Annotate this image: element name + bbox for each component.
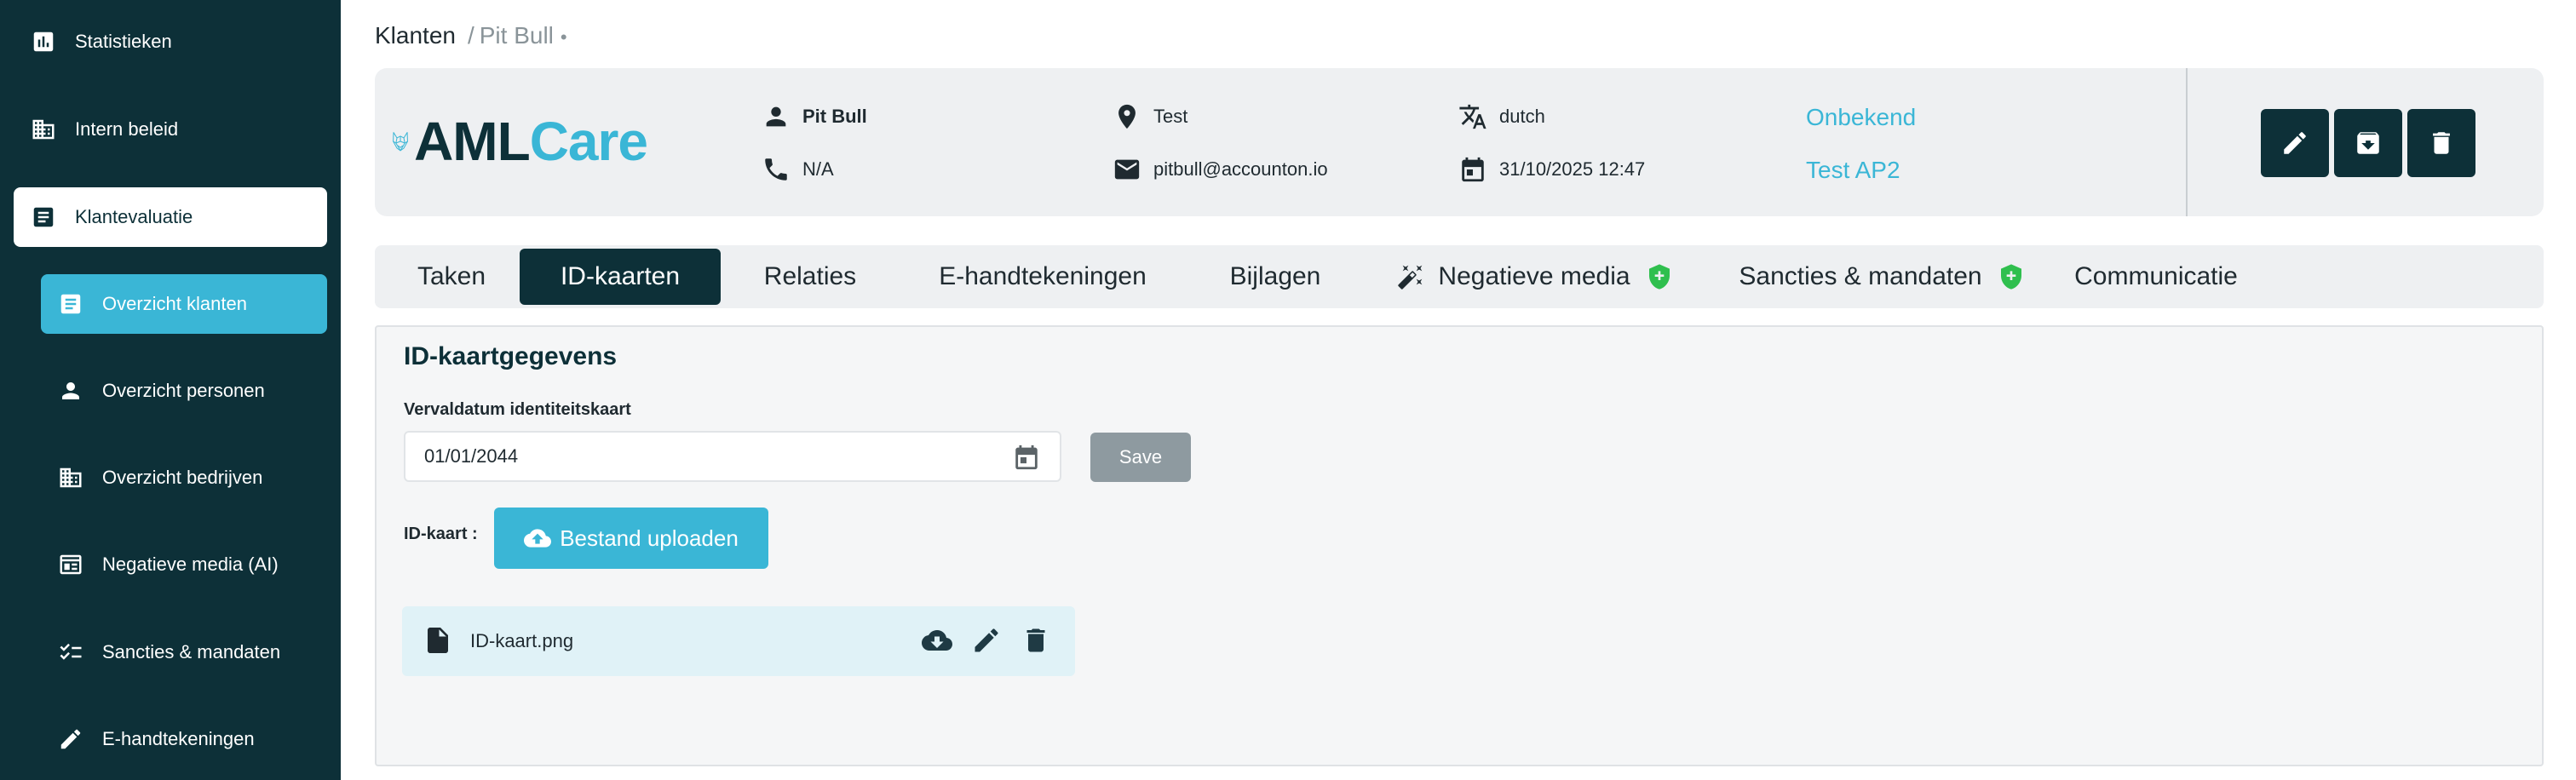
magic-wand-icon	[1398, 265, 1423, 290]
edit-icon	[2284, 132, 2306, 154]
tab-taken[interactable]: Taken	[383, 249, 520, 305]
person-icon	[766, 106, 786, 127]
breadcrumb: Klanten / Pit Bull •	[375, 22, 567, 49]
breadcrumb-dot: •	[560, 26, 567, 48]
expiry-date-input[interactable]: 01/01/2044	[404, 431, 1061, 482]
pencil-icon	[58, 726, 83, 752]
cloud-download-icon[interactable]	[922, 625, 952, 656]
sidebar-item-intern-beleid[interactable]: Intern beleid	[14, 100, 327, 159]
client-language-field: dutch	[1458, 102, 1545, 131]
document-icon	[31, 204, 56, 230]
client-date: 31/10/2025 12:47	[1499, 158, 1646, 180]
sidebar-item-negatieve-media[interactable]: Negatieve media (AI)	[41, 535, 327, 594]
calendar-icon	[1462, 157, 1484, 182]
tab-sancties-mandaten[interactable]: Sancties & mandaten	[1705, 249, 2058, 305]
breadcrumb-current: Pit Bull	[479, 22, 554, 49]
sidebar-item-label: Overzicht klanten	[102, 293, 247, 314]
list-document-icon	[58, 291, 83, 317]
client-phone: N/A	[802, 158, 834, 180]
client-phone-field: N/A	[762, 155, 834, 184]
phone-icon	[765, 158, 787, 181]
tab-id-kaarten[interactable]: ID-kaarten	[520, 249, 721, 305]
client-location-field: Test	[1113, 102, 1187, 131]
expiry-date-value: 01/01/2044	[424, 445, 519, 467]
amlcare-logo: AMLCare	[392, 82, 648, 201]
sidebar: Statistieken Intern beleid Klantevaluati…	[0, 0, 341, 780]
tab-e-handtekeningen[interactable]: E-handtekeningen	[900, 249, 1186, 305]
logo-wordmark: AMLCare	[414, 111, 648, 172]
breadcrumb-separator: /	[467, 22, 474, 49]
header-divider	[2186, 68, 2188, 216]
client-name: Pit Bull	[802, 106, 867, 127]
save-button[interactable]: Save	[1090, 433, 1191, 482]
sidebar-item-label: E-handtekeningen	[102, 728, 255, 749]
client-email: pitbull@accounton.io	[1153, 158, 1328, 180]
sidebar-item-statistieken[interactable]: Statistieken	[14, 12, 327, 72]
location-pin-icon	[1118, 104, 1136, 129]
checklist-icon	[58, 639, 83, 665]
archive-button[interactable]	[2334, 109, 2402, 177]
id-card-label: ID-kaart :	[404, 525, 478, 543]
breadcrumb-root[interactable]: Klanten	[375, 22, 456, 49]
tab-communicatie[interactable]: Communicatie	[2058, 249, 2254, 305]
panel-title: ID-kaartgegevens	[404, 342, 618, 370]
expiry-label: Vervaldatum identiteitskaart	[404, 400, 631, 419]
wolf-logo-icon	[393, 132, 408, 152]
file-icon	[428, 628, 448, 653]
client-language: dutch	[1499, 106, 1545, 127]
client-email-field: pitbull@accounton.io	[1113, 155, 1328, 184]
shield-plus-icon	[1648, 264, 1670, 290]
sidebar-item-label: Statistieken	[75, 31, 172, 52]
translate-icon	[1459, 104, 1486, 129]
bar-chart-icon	[31, 29, 56, 54]
tab-bijlagen[interactable]: Bijlagen	[1186, 249, 1365, 305]
edit-icon[interactable]	[971, 625, 1002, 656]
upload-file-button[interactable]: Bestand uploaden	[494, 508, 768, 569]
trash-icon	[2433, 132, 2450, 154]
tab-bar: Taken ID-kaarten Relaties E-handtekening…	[375, 245, 2544, 308]
client-name-field: Pit Bull	[762, 102, 867, 131]
client-date-field: 31/10/2025 12:47	[1458, 155, 1645, 184]
person-icon	[58, 378, 83, 404]
client-header-card: AMLCare Pit Bull N/A Test pitbull@accoun…	[375, 68, 2544, 216]
trash-icon[interactable]	[1021, 625, 1051, 656]
sidebar-item-klantevaluatie[interactable]: Klantevaluatie	[14, 187, 327, 247]
building-icon	[58, 465, 83, 490]
sidebar-item-label: Intern beleid	[75, 118, 179, 140]
file-list-item: ID-kaart.png	[402, 606, 1075, 676]
sidebar-item-overzicht-bedrijven[interactable]: Overzicht bedrijven	[41, 448, 327, 508]
building-icon	[31, 117, 56, 142]
sidebar-item-overzicht-klanten[interactable]: Overzicht klanten	[41, 274, 327, 334]
archive-icon	[2357, 132, 2379, 154]
delete-button[interactable]	[2407, 109, 2475, 177]
sidebar-item-overzicht-personen[interactable]: Overzicht personen	[41, 361, 327, 421]
sidebar-item-label: Sancties & mandaten	[102, 641, 281, 662]
tab-relaties[interactable]: Relaties	[721, 249, 900, 305]
shield-plus-icon	[2000, 264, 2021, 290]
sidebar-item-label: Overzicht personen	[102, 380, 265, 401]
calendar-icon[interactable]	[1012, 443, 1041, 472]
sidebar-item-sancties-mandaten[interactable]: Sancties & mandaten	[41, 622, 327, 682]
sidebar-item-label: Klantevaluatie	[75, 206, 193, 227]
id-card-panel: ID-kaartgegevens Vervaldatum identiteits…	[375, 325, 2544, 766]
client-assignee-link[interactable]: Test AP2	[1806, 157, 1900, 184]
file-name: ID-kaart.png	[470, 630, 574, 651]
sidebar-item-e-handtekeningen[interactable]: E-handtekeningen	[41, 709, 327, 769]
cloud-upload-icon	[524, 529, 552, 548]
edit-button[interactable]	[2261, 109, 2329, 177]
sidebar-item-label: Overzicht bedrijven	[102, 467, 263, 488]
newspaper-icon	[58, 552, 83, 577]
sidebar-item-label: Negatieve media (AI)	[102, 553, 279, 575]
client-status-link[interactable]: Onbekend	[1806, 104, 1916, 131]
client-location: Test	[1153, 106, 1188, 127]
mail-icon	[1114, 159, 1140, 180]
tab-negatieve-media[interactable]: Negatieve media	[1365, 249, 1705, 305]
